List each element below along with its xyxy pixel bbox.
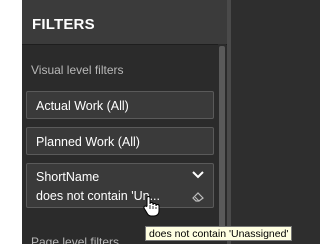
filters-scrollbar[interactable] <box>218 44 226 244</box>
filters-title: FILTERS <box>32 16 95 33</box>
hand-pointer-icon <box>143 196 160 217</box>
visual-level-filters-label: Visual level filters <box>31 63 124 77</box>
filter-tooltip: does not contain 'Unassigned' <box>145 226 293 241</box>
filter-card-label: Planned Work (All) <box>36 135 140 149</box>
filter-field-name: ShortName <box>36 170 100 184</box>
filter-card-planned-work[interactable]: Planned Work (All) <box>26 127 214 155</box>
filter-card-label: Actual Work (All) <box>36 99 129 113</box>
chevron-down-icon[interactable] <box>191 170 205 180</box>
filter-card-actual-work[interactable]: Actual Work (All) <box>26 91 214 119</box>
scrollbar-thumb[interactable] <box>219 46 225 229</box>
filters-header: FILTERS <box>22 0 227 45</box>
filters-pane: FILTERS Visual level filters Actual Work… <box>22 0 227 244</box>
filter-card-shortname[interactable]: ShortName does not contain 'Un... <box>26 163 214 208</box>
screenshot-root: FILTERS Visual level filters Actual Work… <box>0 0 320 244</box>
adjacent-pane <box>231 0 320 244</box>
eraser-icon[interactable] <box>191 190 205 202</box>
page-level-filters-label: Page level filters <box>31 235 120 244</box>
